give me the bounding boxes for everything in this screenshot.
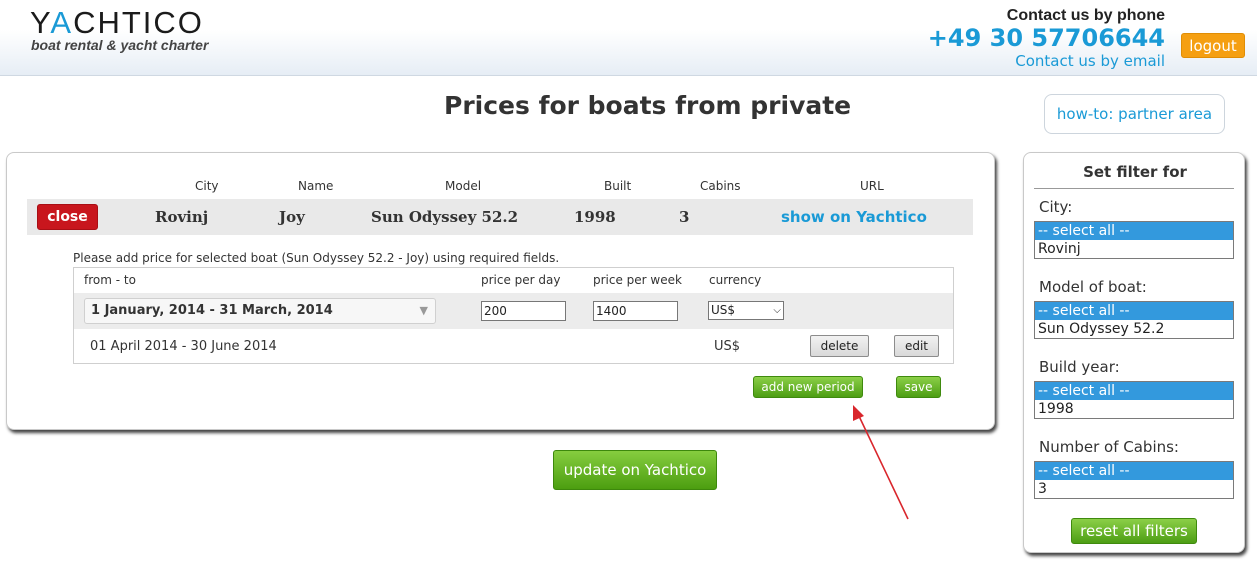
model-filter-selected[interactable]: -- select all --	[1035, 302, 1233, 320]
reset-all-filters-button[interactable]: reset all filters	[1071, 518, 1197, 544]
logo-letter-y: Y	[30, 5, 51, 40]
column-header-model: Model	[445, 179, 482, 193]
boat-name: Joy	[279, 208, 305, 226]
logo-letters-rest: CHTICO	[73, 5, 204, 40]
currency-select-value: US$	[711, 303, 736, 317]
contact-phone-title: Contact us by phone	[1006, 7, 1165, 24]
cabins-filter-selected[interactable]: -- select all --	[1035, 462, 1233, 480]
build-year-filter-option[interactable]: 1998	[1035, 400, 1233, 418]
header-period: from - to	[84, 273, 136, 287]
column-header-built: Built	[604, 179, 632, 193]
period-select-value: 1 January, 2014 - 31 March, 2014	[91, 303, 333, 318]
filter-label-build-year: Build year:	[1039, 358, 1120, 376]
logo-letter-a: A	[50, 5, 74, 40]
add-new-period-button[interactable]: add new period	[753, 376, 863, 398]
boat-row: close Rovinj Joy Sun Odyssey 52.2 1998 3…	[27, 199, 973, 235]
model-filter-option[interactable]: Sun Odyssey 52.2	[1035, 320, 1233, 338]
city-filter-option[interactable]: Rovinj	[1035, 240, 1233, 258]
filter-title: Set filter for	[1083, 163, 1187, 181]
build-year-filter-listbox[interactable]: -- select all -- 1998	[1034, 381, 1234, 419]
show-on-yachtico-link[interactable]: show on Yachtico	[781, 208, 927, 226]
currency-select[interactable]: US$ ⌵	[708, 301, 784, 320]
filter-label-model: Model of boat:	[1039, 278, 1147, 296]
page-root: YACHTICO boat rental & yacht charter Con…	[0, 0, 1257, 567]
cabins-filter-option[interactable]: 3	[1035, 480, 1233, 498]
page-title: Prices for boats from private	[444, 91, 852, 120]
save-button[interactable]: save	[896, 376, 941, 398]
filter-label-city: City:	[1039, 198, 1073, 216]
column-header-url: URL	[860, 179, 884, 193]
boat-prices-panel: City Name Model Built Cabins URL close R…	[6, 152, 995, 430]
close-button[interactable]: close	[37, 204, 98, 230]
logout-button[interactable]: logout	[1181, 33, 1245, 58]
boat-built: 1998	[574, 208, 616, 226]
header-currency: currency	[709, 273, 762, 287]
edit-button[interactable]: edit	[894, 335, 939, 357]
filter-panel: Set filter for City: -- select all -- Ro…	[1023, 152, 1245, 553]
update-on-yachtico-button[interactable]: update on Yachtico	[553, 450, 717, 490]
header-price-per-day: price per day	[481, 273, 561, 287]
period-text: 01 April 2014 - 30 June 2014	[90, 339, 277, 354]
city-filter-listbox[interactable]: -- select all -- Rovinj	[1034, 221, 1234, 259]
delete-button[interactable]: delete	[810, 335, 869, 357]
phone-number: +49 30 57706644	[927, 24, 1165, 52]
filter-divider	[1034, 188, 1234, 189]
chevron-down-icon: ▼	[419, 304, 428, 317]
contact-email-link[interactable]: Contact us by email	[1015, 52, 1165, 70]
yachtico-logo[interactable]: YACHTICO	[30, 6, 204, 40]
price-period-row: 01 April 2014 - 30 June 2014 US$ delete …	[74, 330, 953, 364]
boat-city: Rovinj	[155, 208, 209, 226]
model-filter-listbox[interactable]: -- select all -- Sun Odyssey 52.2	[1034, 301, 1234, 339]
howto-partner-area-button[interactable]: how-to: partner area	[1044, 94, 1225, 134]
city-filter-selected[interactable]: -- select all --	[1035, 222, 1233, 240]
boat-model: Sun Odyssey 52.2	[371, 208, 519, 226]
chevron-down-icon: ⌵	[773, 305, 781, 316]
currency-text: US$	[714, 339, 741, 354]
price-per-week-input[interactable]: 1400	[593, 301, 678, 321]
cabins-filter-listbox[interactable]: -- select all -- 3	[1034, 461, 1234, 499]
editable-price-row: 1 January, 2014 - 31 March, 2014 ▼ 200 14…	[74, 293, 953, 329]
price-periods-table: from - to price per day price per week c…	[73, 267, 954, 364]
period-select[interactable]: 1 January, 2014 - 31 March, 2014 ▼	[84, 298, 436, 324]
build-year-filter-selected[interactable]: -- select all --	[1035, 382, 1233, 400]
logo-tagline: boat rental & yacht charter	[31, 37, 209, 53]
price-per-day-input[interactable]: 200	[481, 301, 566, 321]
boat-cabins: 3	[679, 208, 690, 226]
site-header: YACHTICO boat rental & yacht charter Con…	[0, 0, 1257, 76]
filter-label-cabins: Number of Cabins:	[1039, 438, 1179, 456]
column-header-name: Name	[298, 179, 334, 193]
column-header-cabins: Cabins	[700, 179, 741, 193]
column-header-city: City	[195, 179, 219, 193]
price-instruction: Please add price for selected boat (Sun …	[73, 251, 560, 265]
header-price-per-week: price per week	[593, 273, 682, 287]
